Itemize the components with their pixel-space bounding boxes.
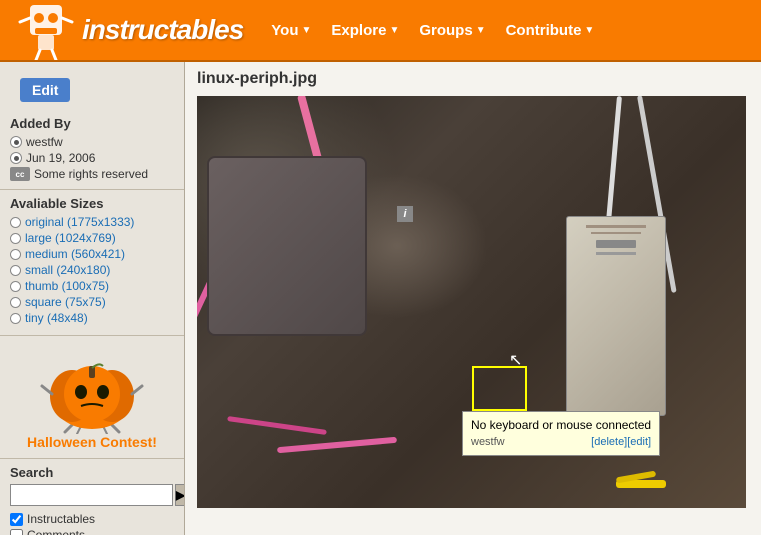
size-large[interactable]: large (1024x769) (10, 231, 174, 245)
license-row: cc Some rights reserved (10, 167, 174, 181)
nav: You ▼ Explore ▼ Groups ▼ Contribute ▼ (263, 18, 602, 43)
author-row: westfw (10, 135, 174, 149)
license-text: Some rights reserved (34, 167, 148, 181)
nav-explore[interactable]: Explore ▼ (323, 18, 407, 43)
nav-groups[interactable]: Groups ▼ (411, 18, 493, 43)
nav-contribute[interactable]: Contribute ▼ (498, 18, 603, 43)
contribute-arrow-icon: ▼ (584, 25, 594, 36)
pumpkin-image (27, 344, 157, 434)
tooltip-meta: westfw [delete][edit] (471, 434, 651, 451)
size-radio-small (10, 265, 21, 276)
size-original[interactable]: original (1775x1333) (10, 215, 174, 229)
date-icon (10, 152, 22, 164)
nav-you[interactable]: You ▼ (263, 18, 319, 43)
size-radio-tiny (10, 313, 21, 324)
monitor-shape (207, 156, 367, 336)
size-radio-medium (10, 249, 21, 260)
logo-text: instructables (82, 14, 243, 46)
you-arrow-icon: ▼ (302, 25, 312, 36)
computer-tower (566, 216, 666, 416)
comments-label: Comments (27, 528, 85, 535)
size-small[interactable]: small (240x180) (10, 263, 174, 277)
size-tiny[interactable]: tiny (48x48) (10, 311, 174, 325)
comments-checkbox[interactable] (10, 529, 23, 535)
main-image: ↖ i No keyboard or mouse connected westf… (197, 96, 746, 508)
image-container: ↖ i No keyboard or mouse connected westf… (197, 96, 746, 508)
search-button[interactable]: ▶ (175, 484, 185, 506)
size-radio-square (10, 297, 21, 308)
added-by-section: Added By westfw Jun 19, 2006 cc Some rig… (0, 114, 184, 190)
date-value: Jun 19, 2006 (26, 151, 95, 165)
edit-link[interactable]: [edit] (627, 436, 651, 448)
image-title: linux-periph.jpg (197, 70, 749, 88)
instructables-label: Instructables (27, 512, 95, 526)
content-area: linux-periph.jpg (185, 62, 761, 535)
sizes-heading: Avaliable Sizes (10, 196, 174, 211)
instructables-checkbox-row: Instructables (10, 512, 174, 526)
added-by-heading: Added By (10, 116, 174, 131)
logo-area: instructables (10, 0, 243, 60)
tooltip-author: westfw (471, 434, 505, 451)
size-radio-large (10, 233, 21, 244)
pumpkin-svg (27, 344, 157, 434)
search-section: Search ▶ Instructables Comments (0, 459, 184, 535)
tooltip-title: No keyboard or mouse connected (471, 416, 651, 434)
highlight-box[interactable] (472, 366, 527, 411)
size-radio-original (10, 217, 21, 228)
search-row: ▶ (10, 484, 174, 506)
size-medium[interactable]: medium (560x421) (10, 247, 174, 261)
instructables-checkbox[interactable] (10, 513, 23, 526)
main-layout: Edit Added By westfw Jun 19, 2006 cc Som… (0, 62, 761, 535)
author-icon (10, 136, 22, 148)
search-label: Search (10, 465, 174, 480)
search-input[interactable] (10, 484, 173, 506)
delete-link[interactable]: [delete] (591, 436, 627, 448)
tooltip-actions: [delete][edit] (591, 434, 651, 451)
image-tooltip: No keyboard or mouse connected westfw [d… (462, 411, 660, 456)
pumpkin-section: Halloween Contest! (0, 336, 184, 459)
groups-arrow-icon: ▼ (476, 25, 486, 36)
date-row: Jun 19, 2006 (10, 151, 174, 165)
cc-icon: cc (10, 167, 30, 181)
sizes-section: Avaliable Sizes original (1775x1333) lar… (0, 190, 184, 336)
author-name: westfw (26, 135, 63, 149)
explore-arrow-icon: ▼ (389, 25, 399, 36)
sidebar: Edit Added By westfw Jun 19, 2006 cc Som… (0, 62, 185, 535)
comments-checkbox-row: Comments (10, 528, 174, 535)
header: instructables You ▼ Explore ▼ Groups ▼ C… (0, 0, 761, 62)
halloween-contest-link[interactable]: Halloween Contest! (27, 434, 157, 450)
size-thumb[interactable]: thumb (100x75) (10, 279, 174, 293)
size-radio-thumb (10, 281, 21, 292)
edit-button[interactable]: Edit (20, 78, 70, 102)
info-icon[interactable]: i (397, 206, 413, 222)
size-square[interactable]: square (75x75) (10, 295, 174, 309)
logo-mascot (10, 0, 82, 60)
